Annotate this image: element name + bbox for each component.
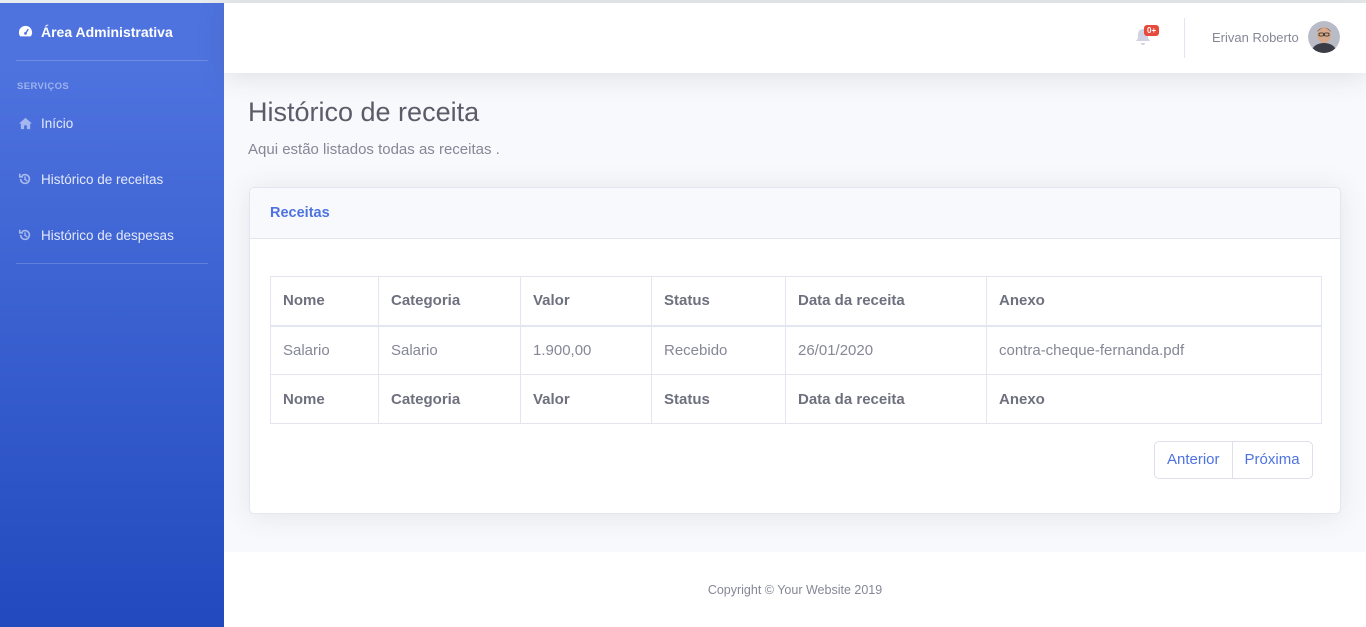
home-icon	[17, 115, 33, 131]
previous-page-button[interactable]: Anterior	[1155, 442, 1232, 478]
table-cell: Salario	[270, 325, 379, 375]
main-content: Histórico de receita Aqui estão listados…	[248, 97, 1342, 158]
alerts-badge: 0+	[1144, 25, 1160, 36]
table-cell: 1.900,00	[520, 325, 652, 375]
copyright-text: Copyright © Your Website 2019	[707, 582, 883, 597]
page-title: Histórico de receita	[248, 97, 480, 127]
footer: Copyright © Your Website 2019	[224, 552, 1366, 627]
sidebar-item-label: Início	[41, 115, 74, 131]
column-footer: Categoria	[378, 374, 521, 424]
card-title: Receitas	[250, 188, 1340, 239]
user-name: Erivan Roberto	[1212, 29, 1299, 45]
sidebar-item-historico-receitas[interactable]: Histórico de receitas	[0, 151, 224, 207]
tachometer-icon	[17, 24, 33, 40]
page-subtitle: Aqui estão listados todas as receitas .	[248, 141, 500, 158]
avatar	[1307, 21, 1340, 53]
pagination: Anterior Próxima	[1154, 441, 1313, 479]
sidebar-item-label: Histórico de despesas	[41, 227, 174, 243]
column-header[interactable]: Data da receita	[785, 276, 987, 327]
table-cell: Salario	[378, 325, 521, 375]
table-header-row: Nome Categoria Valor Status Data da rece…	[270, 276, 1322, 327]
column-header[interactable]: Status	[651, 276, 786, 327]
sidebar-divider	[16, 263, 208, 264]
sidebar-item-label: Histórico de receitas	[41, 171, 164, 187]
column-footer: Anexo	[986, 374, 1322, 424]
brand-label: Área Administrativa	[41, 23, 173, 40]
column-footer: Data da receita	[785, 374, 987, 424]
column-footer: Nome	[270, 374, 379, 424]
column-footer: Valor	[520, 374, 652, 424]
receitas-card: Receitas Nome Categoria Valor Status Dat…	[249, 187, 1341, 514]
topbar-divider	[1184, 18, 1185, 58]
table-cell: Recebido	[651, 325, 786, 375]
history-icon	[17, 227, 33, 243]
column-footer: Status	[651, 374, 786, 424]
table-footer-row: Nome Categoria Valor Status Data da rece…	[270, 374, 1322, 424]
column-header[interactable]: Nome	[270, 276, 379, 327]
column-header[interactable]: Valor	[520, 276, 652, 327]
sidebar-item-inicio[interactable]: Início	[0, 95, 224, 151]
receitas-table: Nome Categoria Valor Status Data da rece…	[270, 276, 1322, 424]
column-header[interactable]: Anexo	[986, 276, 1322, 327]
sidebar-brand[interactable]: Área Administrativa	[0, 3, 224, 60]
next-page-button[interactable]: Próxima	[1231, 442, 1312, 478]
user-menu[interactable]: Erivan Roberto	[1212, 21, 1340, 53]
topbar: 0+ Erivan Roberto	[224, 3, 1366, 73]
table-row: Salario Salario 1.900,00 Recebido 26/01/…	[270, 325, 1322, 375]
table-cell: 26/01/2020	[785, 325, 987, 375]
sidebar-heading: SERVIÇOS	[17, 81, 70, 92]
table-cell[interactable]: contra-cheque-fernanda.pdf	[986, 325, 1322, 375]
sidebar-item-historico-despesas[interactable]: Histórico de despesas	[0, 207, 224, 263]
sidebar: Área Administrativa SERVIÇOS Início Hist…	[0, 3, 224, 627]
history-icon	[17, 171, 33, 187]
column-header[interactable]: Categoria	[378, 276, 521, 327]
